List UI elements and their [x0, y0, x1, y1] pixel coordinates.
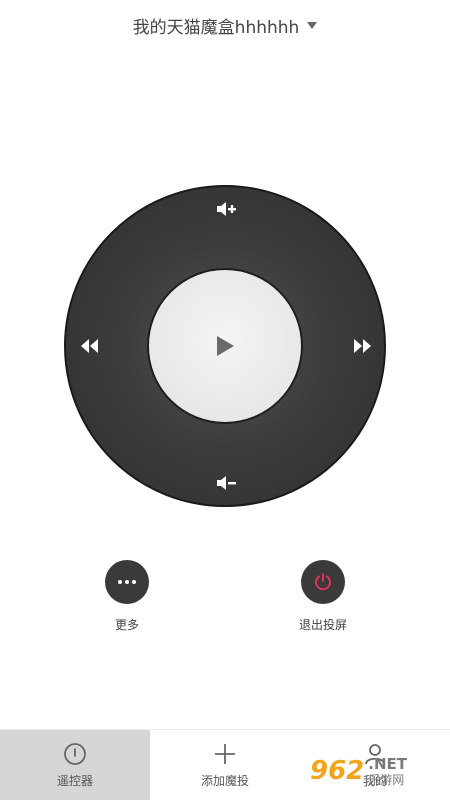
exit-cast-label: 退出投屏: [298, 618, 347, 632]
more-dots-icon: [118, 580, 136, 584]
watermark-logo: 962 .NET 乐游网: [310, 750, 442, 792]
play-icon: [217, 336, 234, 356]
volume-down-button[interactable]: [205, 461, 249, 505]
watermark-sub: 乐游网: [368, 772, 405, 787]
tab-remote-label: 遥控器: [56, 773, 93, 788]
plus-icon: [215, 743, 235, 764]
more-action: 更多: [77, 560, 177, 633]
exit-cast-action: 退出投屏: [273, 560, 373, 633]
chevron-down-icon: [307, 21, 318, 29]
watermark-digits: 962: [310, 756, 365, 786]
power-icon: [315, 573, 331, 591]
watermark-net: .NET: [368, 754, 408, 773]
volume-down-icon: [217, 476, 236, 490]
rewind-button[interactable]: [68, 324, 112, 368]
tab-remote[interactable]: 遥控器: [0, 730, 150, 800]
more-button[interactable]: [105, 560, 149, 604]
device-selector[interactable]: 我的天猫魔盒hhhhhh: [0, 0, 450, 50]
device-title: 我的天猫魔盒hhhhhh: [132, 17, 300, 38]
rewind-icon: [81, 339, 98, 353]
fast-forward-button[interactable]: [340, 324, 384, 368]
exit-cast-button[interactable]: [301, 560, 345, 604]
tab-add-device-label: 添加魔投: [200, 773, 249, 788]
remote-dpad: [64, 185, 386, 507]
volume-up-button[interactable]: [205, 187, 249, 231]
more-label: 更多: [114, 618, 139, 632]
fast-forward-icon: [354, 339, 371, 353]
play-pause-button[interactable]: [147, 268, 303, 424]
tab-add-device[interactable]: 添加魔投: [150, 730, 300, 800]
volume-up-icon: [217, 202, 236, 216]
remote-icon: [64, 742, 86, 765]
